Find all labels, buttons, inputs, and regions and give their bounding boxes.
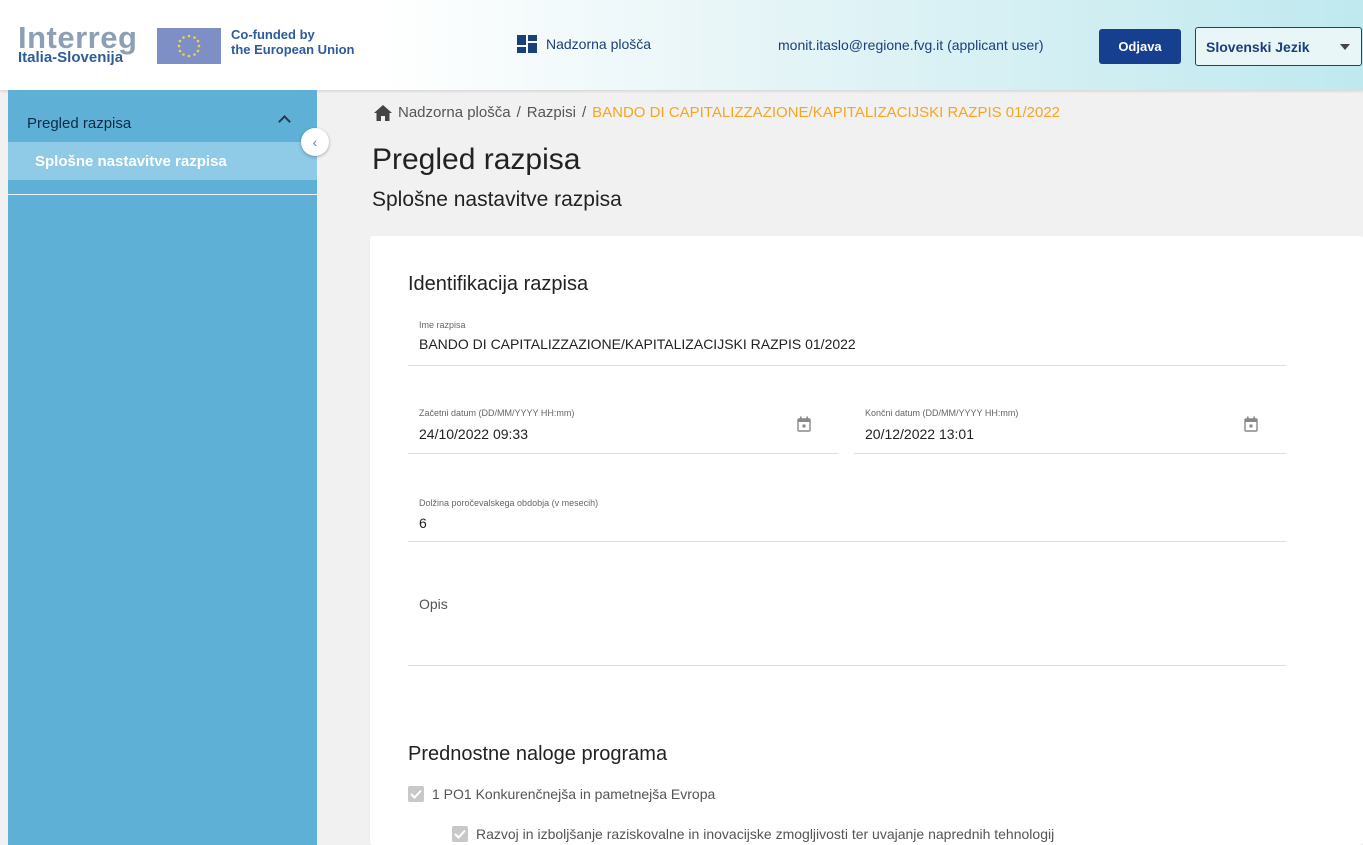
priority-item[interactable]: 1 PO1 Konkurenčnejša in pametnejša Evrop…: [408, 786, 715, 802]
dashboard-icon: [517, 35, 537, 53]
cofunded-text: Co-funded by the European Union: [231, 27, 355, 57]
calendar-icon[interactable]: [1244, 416, 1258, 432]
priorities-section-title: Prednostne naloge programa: [408, 743, 668, 765]
reporting-period-value: 6: [419, 515, 427, 531]
description-label: Opis: [419, 596, 448, 612]
priority-label: 1 PO1 Konkurenčnejša in pametnejša Evrop…: [432, 786, 716, 802]
user-email: monit.itaslo@regione.fvg.it (applicant u…: [778, 37, 1044, 53]
checkbox-checked-icon[interactable]: [452, 826, 468, 842]
breadcrumb-dashboard[interactable]: Nadzorna plošča: [398, 104, 511, 121]
page-subtitle: Splošne nastavitve razpisa: [372, 188, 622, 211]
breadcrumb-separator: /: [581, 104, 587, 121]
interreg-logo[interactable]: Interreg Italia-Slovenija Co-funded by t…: [18, 20, 358, 68]
breadcrumb-separator: /: [516, 104, 521, 121]
sidebar-group-label: Pregled razpisa: [27, 114, 132, 132]
logo-subtitle: Italia-Slovenija: [18, 49, 124, 66]
dashboard-label: Nadzorna plošča: [546, 36, 652, 52]
call-name-value: BANDO DI CAPITALIZZAZIONE/KAPITALIZACIJS…: [419, 336, 856, 352]
language-selected: Slovenski Jezik: [1206, 38, 1310, 55]
priority-sub-label: Razvoj in izboljšanje raziskovalne in in…: [476, 826, 1055, 842]
page-title: Pregled razpisa: [372, 143, 581, 176]
breadcrumb: Nadzorna plošča / Razpisi / BANDO DI CAP…: [374, 104, 1060, 121]
sidebar-group-pregled-razpisa[interactable]: Pregled razpisa: [8, 104, 317, 142]
language-select[interactable]: Slovenski Jezik: [1195, 27, 1362, 66]
chevron-down-icon: [1340, 44, 1350, 50]
call-name-label: Ime razpisa: [419, 320, 466, 330]
start-date-label: Začetni datum (DD/MM/YYYY HH:mm): [419, 408, 575, 418]
call-name-field[interactable]: Ime razpisa BANDO DI CAPITALIZZAZIONE/KA…: [408, 314, 1286, 366]
reporting-period-label: Dolžina poročevalskega obdobja (v meseci…: [419, 498, 599, 508]
app-header: Interreg Italia-Slovenija Co-funded by t…: [0, 0, 1363, 90]
identification-section-title: Identifikacija razpisa: [408, 273, 589, 295]
breadcrumb-razpisi[interactable]: Razpisi: [527, 104, 576, 121]
checkbox-checked-icon[interactable]: [408, 786, 424, 802]
end-date-value: 20/12/2022 13:01: [865, 426, 974, 442]
home-icon[interactable]: [374, 104, 392, 121]
call-settings-card: Identifikacija razpisa Ime razpisa BANDO…: [370, 236, 1363, 845]
calendar-icon[interactable]: [797, 416, 811, 432]
dashboard-link[interactable]: Nadzorna plošča: [517, 35, 651, 53]
sidebar-item-splosne-nastavitve[interactable]: Splošne nastavitve razpisa: [8, 142, 317, 180]
end-date-label: Končni datum (DD/MM/YYYY HH:mm): [865, 408, 1019, 418]
cofunded-line-2: the European Union: [231, 42, 355, 57]
chevron-up-icon: [278, 115, 291, 128]
reporting-period-field[interactable]: Dolžina poročevalskega obdobja (v meseci…: [408, 488, 1286, 542]
start-date-field[interactable]: Začetni datum (DD/MM/YYYY HH:mm) 24/10/2…: [408, 400, 838, 454]
sidebar-item-label: Splošne nastavitve razpisa: [35, 152, 227, 170]
priority-subitem[interactable]: Razvoj in izboljšanje raziskovalne in in…: [452, 826, 1054, 842]
sidebar-divider: [8, 194, 317, 195]
sidebar: Pregled razpisa Splošne nastavitve razpi…: [8, 90, 317, 845]
collapse-sidebar-button[interactable]: ‹: [301, 128, 329, 156]
description-field[interactable]: Opis: [408, 576, 1286, 666]
breadcrumb-current: BANDO DI CAPITALIZZAZIONE/KAPITALIZACIJS…: [592, 104, 1061, 121]
cofunded-line-1: Co-funded by: [231, 27, 315, 42]
chevron-left-icon: ‹: [312, 134, 318, 150]
end-date-field[interactable]: Končni datum (DD/MM/YYYY HH:mm) 20/12/20…: [854, 400, 1286, 454]
start-date-value: 24/10/2022 09:33: [419, 426, 528, 442]
eu-flag-icon: [157, 28, 221, 64]
logout-button[interactable]: Odjava: [1099, 29, 1181, 64]
